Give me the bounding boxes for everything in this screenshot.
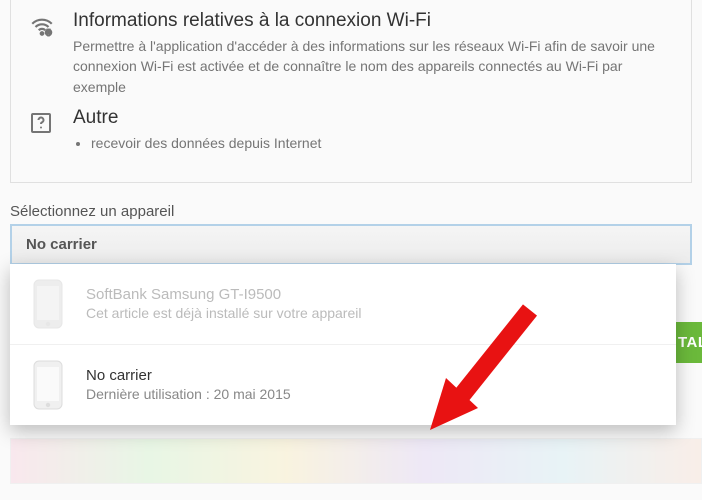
permission-other-bullet: recevoir des données depuis Internet — [91, 133, 673, 154]
device-option-samsung: SoftBank Samsung GT-I9500 Cet article es… — [10, 264, 676, 344]
permission-wifi: Informations relatives à la connexion Wi… — [29, 10, 673, 97]
wifi-icon — [29, 10, 61, 97]
dropdown-panel: SoftBank Samsung GT-I9500 Cet article es… — [10, 264, 676, 425]
permission-other: Autre recevoir des données depuis Intern… — [29, 107, 673, 154]
permission-other-title: Autre — [73, 107, 673, 129]
permission-wifi-description: Permettre à l'application d'accéder à de… — [73, 36, 673, 97]
device-option-nocarrier[interactable]: No carrier Dernière utilisation : 20 mai… — [10, 344, 676, 425]
device-dropdown: No carrier SoftBank Samsung GT-I9500 Cet… — [10, 224, 692, 265]
device-name: No carrier — [86, 367, 291, 384]
device-subtitle: Cet article est déjà installé sur votre … — [86, 305, 361, 321]
dropdown-selected[interactable]: No carrier — [10, 224, 692, 265]
device-selector-label: Sélectionnez un appareil — [10, 203, 692, 220]
phone-icon — [28, 278, 68, 330]
question-icon — [29, 107, 61, 154]
permission-wifi-title: Informations relatives à la connexion Wi… — [73, 10, 673, 32]
device-subtitle: Dernière utilisation : 20 mai 2015 — [86, 386, 291, 402]
device-name: SoftBank Samsung GT-I9500 — [86, 286, 361, 303]
permissions-card: Informations relatives à la connexion Wi… — [10, 0, 692, 183]
phone-icon — [28, 359, 68, 411]
app-carousel — [10, 438, 702, 484]
